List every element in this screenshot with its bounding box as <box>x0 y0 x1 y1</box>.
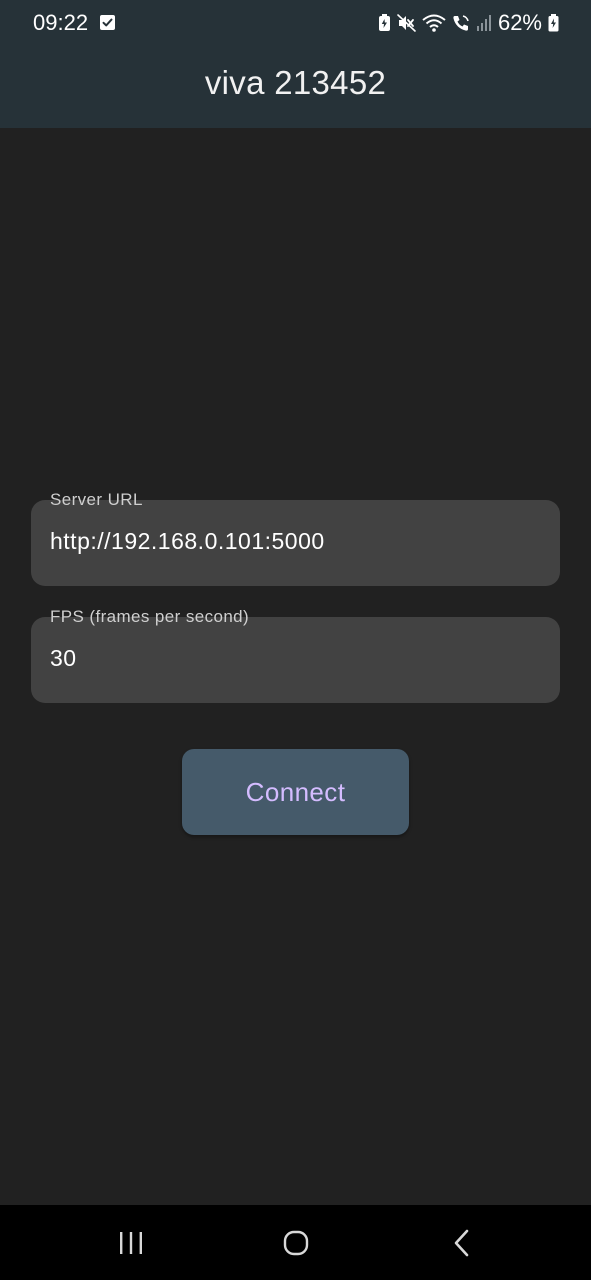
back-icon <box>454 1229 469 1257</box>
main-content: Server URL FPS (frames per second) Conne… <box>0 128 591 1205</box>
home-button[interactable] <box>276 1227 316 1259</box>
fps-field[interactable]: FPS (frames per second) <box>31 607 560 703</box>
recent-apps-button[interactable] <box>111 1227 151 1259</box>
server-url-field[interactable]: Server URL <box>31 490 560 586</box>
server-url-label: Server URL <box>50 490 143 509</box>
navigation-bar <box>0 1205 591 1280</box>
recent-apps-icon <box>120 1232 142 1254</box>
status-time: 09:22 <box>33 10 89 35</box>
wifi-icon <box>422 14 446 32</box>
status-icons: 62% <box>378 12 559 34</box>
wifi-calling-icon <box>453 15 469 31</box>
server-url-input[interactable] <box>50 528 540 555</box>
app-bar: viva 213452 <box>0 46 591 128</box>
notification-check-icon <box>100 15 115 30</box>
fps-label: FPS (frames per second) <box>50 607 250 626</box>
home-icon <box>283 1230 309 1256</box>
mute-icon <box>397 14 416 32</box>
back-button[interactable] <box>442 1227 482 1259</box>
battery-charging-icon <box>548 14 559 32</box>
connect-button[interactable]: Connect <box>182 749 409 835</box>
status-bar: 09:22 62% <box>0 0 591 46</box>
signal-icon <box>476 15 491 31</box>
fps-input[interactable] <box>50 645 540 672</box>
battery-saver-icon <box>378 14 390 31</box>
page-title: viva 213452 <box>204 64 387 101</box>
battery-percent: 62% <box>497 10 542 35</box>
